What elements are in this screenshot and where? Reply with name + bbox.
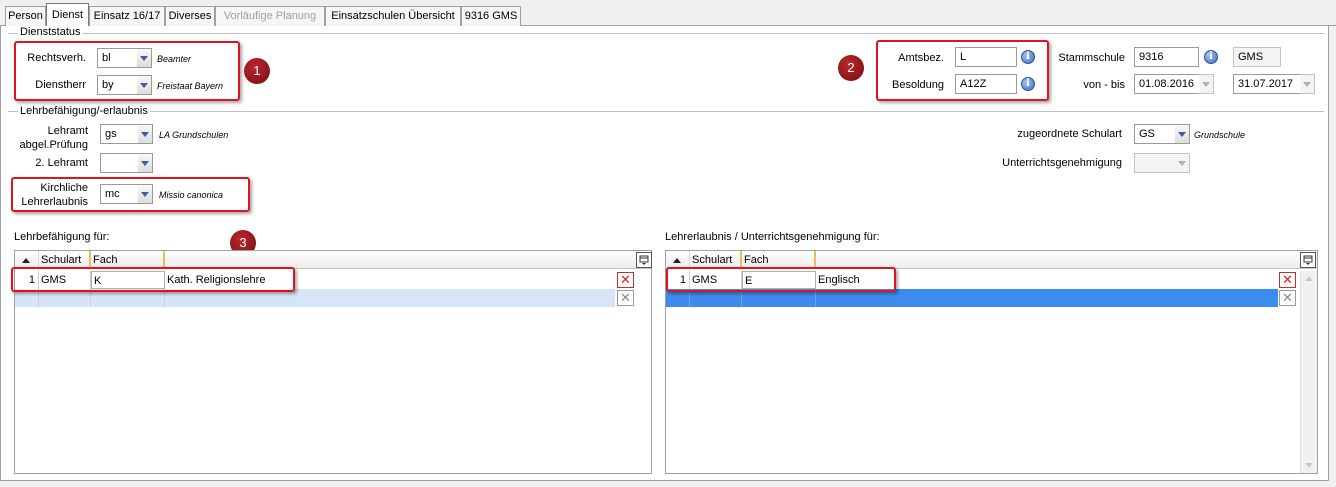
schulart-hint: Grundschule <box>1194 130 1246 140</box>
chevron-down-icon[interactable] <box>1300 74 1315 94</box>
dienststatus-divider <box>8 33 1324 34</box>
grid-menu-icon[interactable] <box>1300 252 1316 268</box>
highlight-box-kirchliche <box>11 177 250 212</box>
lehramt-label: Lehramt <box>47 125 88 137</box>
highlight-box-1 <box>14 41 240 101</box>
highlight-box-3 <box>11 267 295 292</box>
delete-row-icon: ✕ <box>620 291 631 306</box>
sort-asc-icon <box>673 258 681 263</box>
chevron-down-icon[interactable] <box>138 124 153 144</box>
lehrbefaehigung-divider <box>8 111 1324 112</box>
chevron-down-icon[interactable] <box>138 153 153 173</box>
chevron-down-icon[interactable] <box>1199 74 1214 94</box>
grid-left-title: Lehrbefähigung für: <box>14 231 110 243</box>
schulart-label: zugeordnete Schulart <box>1017 128 1122 140</box>
callout-badge-2: 2 <box>838 55 864 81</box>
delete-row-button[interactable]: ✕ <box>617 272 634 288</box>
grid-right-title: Lehrerlaubnis / Unterrichtsgenehmigung f… <box>665 231 880 243</box>
tab-einsatzschulen-uebersicht[interactable]: Einsatzschulen Übersicht <box>325 6 461 26</box>
tab-9316-gms[interactable]: 9316 GMS <box>461 6 521 26</box>
scroll-up-icon[interactable] <box>1305 276 1313 281</box>
tab-einsatz[interactable]: Einsatz 16/17 <box>89 6 165 26</box>
stammschule-type-field: GMS <box>1233 47 1281 67</box>
lehramt2-label: 2. Lehramt <box>35 157 88 169</box>
delete-row-icon: ✕ <box>1282 291 1293 306</box>
sort-asc-icon <box>22 258 30 263</box>
vertical-scrollbar[interactable] <box>1300 271 1317 473</box>
tab-person[interactable]: Person <box>5 6 46 26</box>
grid-menu-icon[interactable] <box>636 252 652 268</box>
tab-vorlaeufige-planung: Vorläufige Planung <box>215 6 325 26</box>
vonbis-label: von - bis <box>1083 79 1125 91</box>
stammschule-label: Stammschule <box>1058 52 1125 64</box>
lehrbefaehigung-title: Lehrbefähigung/-erlaubnis <box>18 105 150 118</box>
highlight-box-2 <box>876 40 1049 101</box>
schulart-field[interactable]: GS <box>1134 124 1176 144</box>
dienststatus-title: Dienststatus <box>18 26 83 39</box>
stammschule-field[interactable]: 9316 <box>1134 47 1199 67</box>
delete-row-button[interactable]: ✕ <box>617 290 634 306</box>
delete-row-button[interactable]: ✕ <box>1279 272 1296 288</box>
tab-bar: Person Dienst Einsatz 16/17 Diverses Vor… <box>0 0 1336 27</box>
scroll-down-icon[interactable] <box>1305 463 1313 468</box>
von-date-field[interactable]: 01.08.2016 <box>1134 74 1200 94</box>
delete-row-icon: ✕ <box>620 273 631 288</box>
lehramt-field[interactable]: gs <box>100 124 139 144</box>
chevron-down-icon <box>1175 153 1190 173</box>
tab-diverses[interactable]: Diverses <box>165 6 215 26</box>
unterricht-field <box>1134 153 1176 173</box>
delete-row-icon: ✕ <box>1282 273 1293 288</box>
lehramt-label-sub: abgel.Prüfung <box>19 139 89 151</box>
unterricht-label: Unterrichtsgenehmigung <box>1002 157 1122 169</box>
chevron-down-icon[interactable] <box>1175 124 1190 144</box>
delete-row-button[interactable]: ✕ <box>1279 290 1296 306</box>
highlight-box-4 <box>666 267 896 292</box>
bis-date-field[interactable]: 31.07.2017 <box>1233 74 1301 94</box>
tab-dienst[interactable]: Dienst <box>46 3 89 27</box>
lehramt2-field[interactable] <box>100 153 139 173</box>
lehramt-hint: LA Grundschulen <box>159 130 229 140</box>
callout-badge-1: 1 <box>244 58 270 84</box>
info-icon[interactable]: i <box>1204 50 1218 64</box>
